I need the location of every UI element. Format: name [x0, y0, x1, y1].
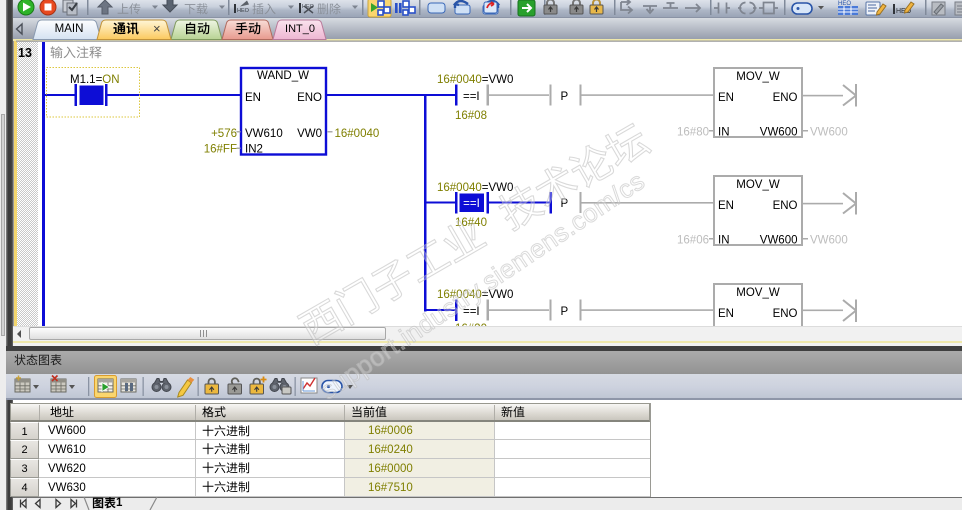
svg-text:13: 13: [18, 46, 32, 60]
svg-text:IN2: IN2: [245, 144, 263, 156]
svg-text:P: P: [561, 306, 569, 318]
svg-text:16#40: 16#40: [455, 217, 487, 229]
svg-text:16#80: 16#80: [677, 127, 709, 139]
svg-text:VW600: VW600: [760, 127, 798, 139]
svg-text:ENO: ENO: [773, 308, 798, 320]
svg-text:VW600: VW600: [810, 127, 848, 139]
svg-text:16#08: 16#08: [455, 110, 487, 122]
svg-text:EN: EN: [245, 92, 261, 104]
svg-text:MOV_W: MOV_W: [736, 179, 780, 191]
svg-text:==I: ==I: [463, 306, 480, 318]
svg-text:16#06: 16#06: [677, 235, 709, 247]
svg-text:EN: EN: [718, 92, 734, 104]
svg-text:VW0: VW0: [297, 128, 322, 140]
svg-text:EN: EN: [718, 200, 734, 212]
svg-text:16#0040=VW0: 16#0040=VW0: [437, 74, 513, 86]
svg-text:==I: ==I: [463, 91, 480, 103]
svg-text:IN: IN: [718, 235, 730, 247]
svg-text:VW610: VW610: [245, 128, 283, 140]
svg-text:+576: +576: [211, 128, 237, 140]
svg-text:ENO: ENO: [773, 200, 798, 212]
svg-text:16#0040: 16#0040: [335, 128, 380, 140]
svg-text:IN: IN: [718, 127, 730, 139]
svg-text:MOV_W: MOV_W: [736, 71, 780, 83]
svg-text:ENO: ENO: [773, 92, 798, 104]
svg-text:M1.1=ON: M1.1=ON: [70, 74, 120, 86]
svg-text:16#FF: 16#FF: [204, 144, 237, 156]
svg-text:16#0040=VW0: 16#0040=VW0: [437, 182, 513, 194]
svg-text:MOV_W: MOV_W: [736, 287, 780, 299]
svg-text:EN: EN: [718, 308, 734, 320]
svg-text:VW600: VW600: [760, 235, 798, 247]
svg-text:P: P: [561, 198, 569, 210]
svg-text:WAND_W: WAND_W: [257, 70, 309, 82]
svg-text:16#0040=VW0: 16#0040=VW0: [437, 289, 513, 301]
svg-text:ENO: ENO: [297, 92, 322, 104]
svg-text:P: P: [561, 91, 569, 103]
svg-text:VW600: VW600: [810, 235, 848, 247]
svg-text:==I: ==I: [463, 198, 480, 210]
